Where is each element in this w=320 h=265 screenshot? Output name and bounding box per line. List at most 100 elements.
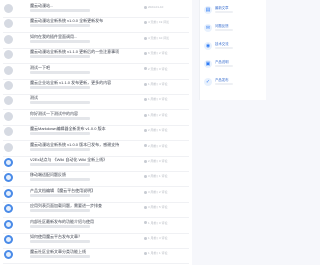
- avatar[interactable]: [4, 34, 13, 44]
- list-item-meta: 3 周前 | 2 评论: [144, 190, 167, 194]
- sidebar-item[interactable]: ▣ 产品说明: [204, 58, 262, 72]
- list-item-meta: 2024-01-10: [144, 5, 163, 9]
- excerpt-placeholder: [30, 101, 90, 105]
- meta-text: 1 月前 | 1 评论: [148, 251, 168, 256]
- avatar[interactable]: [4, 250, 13, 260]
- list-item-title[interactable]: V2Ex站点与 《Wiki 自动化 Wiki 全新上线》: [30, 157, 107, 162]
- list-item-meta: 1 周前 | 4 评论: [144, 82, 167, 86]
- excerpt-placeholder: [30, 39, 90, 43]
- list-item[interactable]: V2Ex站点与 《Wiki 自动化 Wiki 全新上线》 2 周前 | 0 评论: [0, 156, 192, 172]
- clock-icon: [144, 190, 147, 194]
- avatar[interactable]: [4, 235, 13, 244]
- meta-text: 1 周前 | 2 评论: [148, 112, 168, 117]
- list-item-title[interactable]: 移动端适配问题反馈: [30, 172, 66, 177]
- avatar[interactable]: [4, 111, 13, 121]
- meta-text: 2024-01-10: [148, 5, 164, 9]
- list-item-title[interactable]: 内部社区最新发布的功能介绍与使用: [30, 219, 94, 224]
- doc-icon: ▣: [204, 60, 212, 68]
- list-item[interactable]: 内部社区最新发布的功能介绍与使用 1 月前 | 0 评论: [0, 218, 192, 234]
- list-item[interactable]: 如何使用魔云平台发布文章？ 1 月前 | 3 评论: [0, 233, 192, 249]
- list-item[interactable]: 测试一下吧 2 天前 | 0 评论: [0, 64, 192, 80]
- list-item[interactable]: 应用列表页面加载问题，需要进一步排查 3 周前 | 5 评论: [0, 202, 192, 219]
- excerpt-placeholder: [30, 132, 90, 136]
- avatar[interactable]: [4, 4, 13, 13]
- meta-text: 6 天前 | 2 评论: [148, 51, 168, 56]
- list-item-meta: 3 周前 | 1 评论: [144, 174, 167, 178]
- clock-icon: [144, 144, 147, 148]
- list-item-title[interactable]: 魔云动漫站...: [30, 3, 53, 8]
- list-item-meta: 3 周前 | 5 评论: [144, 205, 167, 209]
- list-item-title[interactable]: 魔云Markdown编辑器全新发布 v1.0.0 版本: [30, 126, 106, 131]
- excerpt-placeholder: [30, 224, 90, 228]
- sidebar-item-desc-placeholder: [215, 47, 233, 49]
- list-item[interactable]: 魔云动漫站全新系统 v1.1.0 更新后的一些注意事项 6 天前 | 2 评论: [0, 48, 192, 65]
- clock-icon: [144, 159, 147, 163]
- list-item[interactable]: 魔云动漫站全新系统 v1.0.0 版本已发布，感谢支持 2 周前 | 3 评论: [0, 141, 192, 157]
- list-item-title[interactable]: 测试一下吧: [30, 65, 50, 70]
- excerpt-placeholder: [30, 163, 90, 166]
- avatar[interactable]: [4, 188, 13, 198]
- sidebar-item-desc-placeholder: [215, 65, 233, 67]
- avatar[interactable]: [4, 81, 13, 90]
- excerpt-placeholder: [30, 70, 90, 74]
- clock-icon: [144, 51, 147, 55]
- clock-icon: [144, 67, 147, 71]
- list-item-meta: 1 周前 | 2 评论: [144, 113, 167, 117]
- article-icon: ▤: [204, 6, 212, 14]
- list-item-title[interactable]: 测试: [30, 95, 38, 100]
- clock-icon: [144, 113, 147, 117]
- sidebar-item-label: 问题反馈: [215, 24, 229, 28]
- list-item-title[interactable]: 你好测试一下测试中的内容: [30, 111, 78, 116]
- excerpt-placeholder: [30, 86, 90, 89]
- avatar[interactable]: [4, 158, 13, 167]
- clock-icon: [144, 21, 147, 25]
- sidebar-item[interactable]: ◉ 技术交流: [204, 40, 262, 54]
- meta-text: 3 周前 | 1 评论: [148, 174, 168, 179]
- list-item-title[interactable]: 如何在我的插件里面调用...: [30, 34, 77, 39]
- avatar[interactable]: [4, 204, 13, 214]
- list-item[interactable]: 测试 1 周前 | 0 评论: [0, 94, 192, 111]
- avatar[interactable]: [4, 19, 13, 29]
- meta-text: 1 月前 | 0 评论: [148, 220, 168, 225]
- avatar[interactable]: [4, 127, 13, 137]
- list-item[interactable]: 魔云Markdown编辑器全新发布 v1.0.0 版本 2 周前 | 6 评论: [0, 125, 192, 142]
- list-item-title[interactable]: 应用列表页面加载问题，需要进一步排查: [30, 203, 102, 208]
- avatar[interactable]: [4, 173, 13, 183]
- avatar[interactable]: [4, 219, 13, 229]
- excerpt-placeholder: [30, 9, 90, 12]
- list-item[interactable]: 魔云企业站全新 v1.1.0 发布更新，更多的内容 1 周前 | 4 评论: [0, 79, 192, 95]
- list-item[interactable]: 魔云动漫站... 2024-01-10: [0, 2, 192, 18]
- avatar[interactable]: [4, 65, 13, 75]
- list-item-title[interactable]: 魔云社区全新文章分类功能上线: [30, 249, 86, 254]
- list-item-meta: 1 周前 | 0 评论: [144, 97, 167, 101]
- avatar[interactable]: [4, 96, 13, 106]
- list-item-title[interactable]: 如何使用魔云平台发布文章？: [30, 234, 82, 239]
- sidebar-item[interactable]: ✓ 产品发布: [204, 76, 262, 90]
- excerpt-placeholder: [30, 24, 90, 28]
- sidebar-item[interactable]: ▤ 最新文章: [204, 4, 262, 18]
- meta-text: 3 周前 | 2 评论: [148, 189, 168, 194]
- list-item-title[interactable]: 魔云动漫站全新系统 v1.0.0 版本已发布，感谢支持: [30, 142, 119, 147]
- sidebar-item-label: 最新文章: [215, 6, 229, 10]
- list-item[interactable]: 如何在我的插件里面调用... 4 天前 | 10 评论: [0, 33, 192, 49]
- excerpt-placeholder: [30, 116, 90, 120]
- list-item-title[interactable]: 魔云动漫站全新系统 v1.1.0 更新后的一些注意事项: [30, 49, 119, 54]
- list-item-title[interactable]: 魔云动漫站全新系统 v1.0.0 全新更新发布: [30, 18, 103, 23]
- list-item[interactable]: 魔云动漫站全新系统 v1.0.0 全新更新发布 4 天前 | 19 评论: [0, 17, 192, 34]
- list-item[interactable]: 产品文档编辑 【魔云平台使用说明】 3 周前 | 2 评论: [0, 187, 192, 203]
- list-item[interactable]: 移动端适配问题反馈 3 周前 | 1 评论: [0, 171, 192, 188]
- list-item-title[interactable]: 魔云企业站全新 v1.1.0 发布更新，更多的内容: [30, 80, 111, 85]
- meta-text: 1 月前 | 3 评论: [148, 236, 168, 240]
- list-item-meta: 2 周前 | 3 评论: [144, 144, 167, 148]
- list-item-meta: 4 天前 | 19 评论: [144, 20, 169, 24]
- list-item[interactable]: 你好测试一下测试中的内容 1 周前 | 2 评论: [0, 110, 192, 126]
- sidebar-item[interactable]: ✉ 问题反馈: [204, 22, 262, 36]
- avatar[interactable]: [4, 50, 13, 60]
- sidebar-item-desc-placeholder: [215, 83, 233, 85]
- avatar[interactable]: [4, 142, 13, 152]
- list-item[interactable]: 魔云社区全新文章分类功能上线 1 月前 | 1 评论: [0, 248, 192, 265]
- meta-text: 2 周前 | 0 评论: [148, 159, 168, 163]
- list-item-title[interactable]: 产品文档编辑 【魔云平台使用说明】: [30, 188, 95, 193]
- meta-text: 4 天前 | 10 评论: [148, 35, 170, 40]
- clock-icon: [144, 205, 147, 209]
